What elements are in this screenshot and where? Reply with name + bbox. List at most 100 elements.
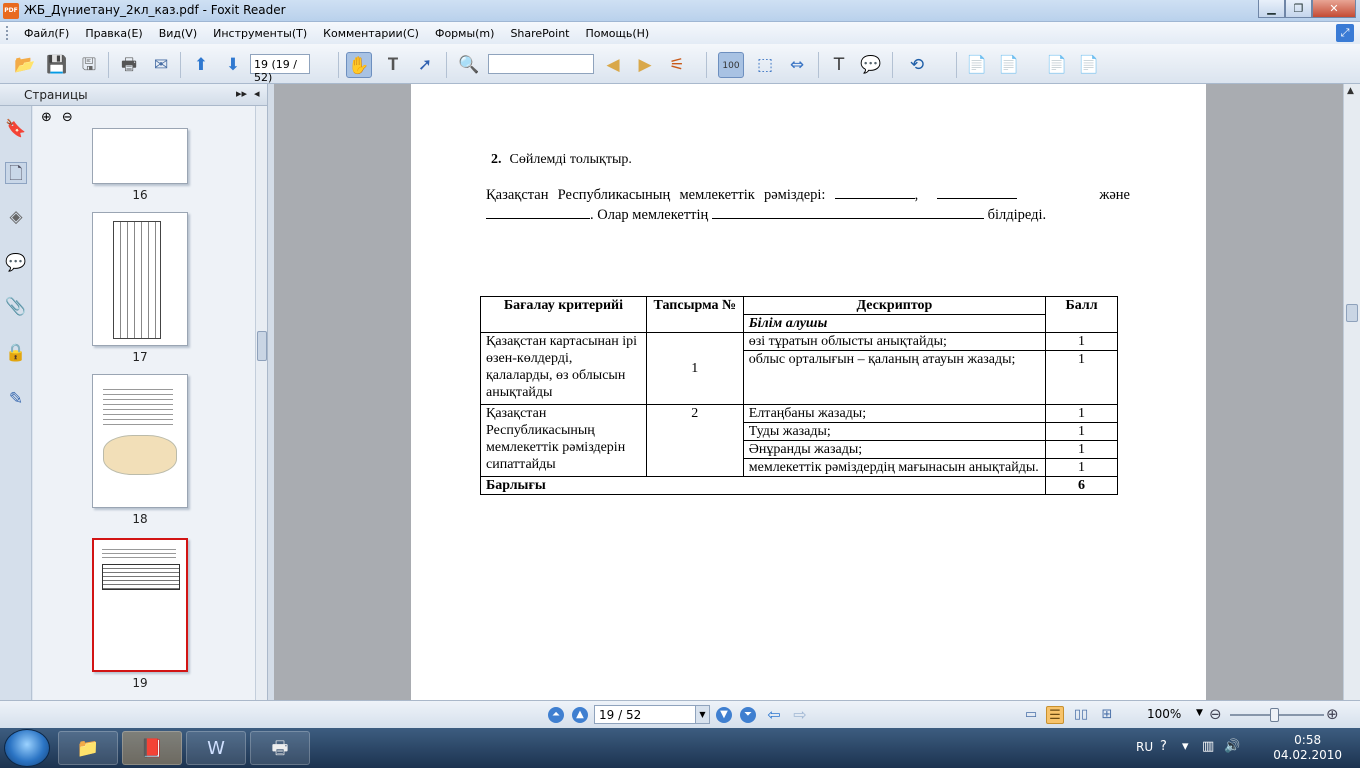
document-scroll-handle[interactable] — [1346, 304, 1358, 322]
zoom-out-thumbnails-icon[interactable]: ⊖ — [62, 110, 73, 125]
printer-task-icon[interactable]: 🖶 — [250, 731, 310, 765]
print-icon[interactable]: 🖶 — [116, 52, 142, 78]
forward-arrow-icon[interactable]: ⇨ — [792, 707, 808, 723]
save-as-icon[interactable]: 🖫 — [76, 52, 102, 78]
minimize-button[interactable]: ▁ — [1258, 0, 1285, 18]
continuous-facing-view-icon[interactable]: ⊞ — [1098, 706, 1116, 724]
status-bar: ⏶ ▲ 19 / 52 ▼ ▼ ⏷ ⇦ ⇨ ▭ ☰ ▯▯ ⊞ 100% ▼ ⊖ … — [0, 700, 1360, 728]
search-input[interactable] — [488, 54, 594, 74]
fit-width-icon[interactable]: ⇔ — [784, 52, 810, 78]
sharepoint-icon[interactable]: ⟲ — [904, 52, 930, 78]
panel-expand-icon[interactable]: ▸▸ — [236, 87, 247, 100]
bookmarks-icon[interactable]: 🔖 — [5, 118, 27, 140]
actual-size-icon[interactable]: 100 — [718, 52, 744, 78]
explorer-task-icon[interactable]: 📁 — [58, 731, 118, 765]
prev-page-nav-icon[interactable]: ▲ — [572, 707, 588, 723]
thumbnail-table-preview — [102, 564, 180, 590]
hand-tool-icon[interactable]: ✋ — [346, 52, 372, 78]
document-view[interactable]: 2. Сөйлемді толықтыр. Қазақстан Республик… — [274, 84, 1343, 700]
zoom-in-thumbnails-icon[interactable]: ⊕ — [41, 110, 52, 125]
pdf-convert-icon[interactable]: 📄 — [996, 52, 1022, 78]
volume-icon[interactable]: 🔊 — [1224, 739, 1240, 754]
close-button[interactable]: ✕ — [1312, 0, 1356, 18]
thumbnail-scrollbar[interactable] — [255, 106, 267, 728]
menu-help[interactable]: Помощь(H) — [578, 27, 658, 40]
thumbnail-scroll-handle[interactable] — [257, 331, 267, 361]
answer-blank — [486, 205, 590, 219]
scroll-up-icon[interactable]: ▲ — [1347, 86, 1354, 96]
foxit-app-icon[interactable]: PDF — [3, 3, 19, 19]
menu-edit[interactable]: Правка(E) — [77, 27, 150, 40]
menu-sharepoint[interactable]: SharePoint — [502, 27, 577, 40]
security-lock-icon[interactable]: 🔒 — [5, 342, 27, 364]
word-task-icon[interactable]: W — [186, 731, 246, 765]
pages-tab-icon[interactable]: 🗋 — [5, 162, 27, 184]
thumbnail-page-16[interactable] — [92, 128, 188, 184]
thumbnail-list[interactable]: ⊕ ⊖ 16 17 18 19 — [33, 106, 255, 728]
thumbnail-page-19[interactable] — [92, 538, 188, 672]
language-indicator[interactable]: RU — [1136, 740, 1153, 754]
criteria-cell: Қазақстан картасынан ірі өзен-көлдерді, … — [480, 332, 647, 405]
zoom-out-icon[interactable]: ⊖ — [1209, 705, 1222, 723]
network-icon[interactable]: ▥ — [1202, 739, 1214, 754]
find-next-icon[interactable]: ▶ — [632, 52, 658, 78]
sentence-text: , — [914, 187, 919, 203]
menu-tools[interactable]: Инструменты(T) — [205, 27, 315, 40]
score-cell: 1 — [1045, 332, 1118, 351]
zoom-level[interactable]: 100% — [1147, 707, 1181, 721]
foxit-task-icon[interactable]: 📕 — [122, 731, 182, 765]
clock[interactable]: 0:58 04.02.2010 — [1273, 733, 1342, 763]
fill-in-sentence: Қазақстан Республикасының мемлекеттік рә… — [486, 185, 1130, 225]
first-page-icon[interactable]: ⏶ — [548, 707, 564, 723]
zoom-in-icon[interactable]: ⊕ — [1326, 705, 1339, 723]
zoom-slider-handle[interactable] — [1270, 708, 1279, 722]
select-arrow-icon[interactable]: ➚ — [412, 52, 438, 78]
single-page-view-icon[interactable]: ▭ — [1022, 706, 1040, 724]
previous-page-icon[interactable]: ⬆ — [188, 52, 214, 78]
chevron-down-icon[interactable]: ▼ — [695, 706, 709, 723]
panel-collapse-icon[interactable]: ◂ — [254, 87, 260, 100]
menu-comments[interactable]: Комментарии(C) — [315, 27, 427, 40]
start-button[interactable] — [4, 729, 50, 767]
pdf-export-icon[interactable]: 📄 — [1044, 52, 1070, 78]
select-text-icon[interactable]: 𝐓 — [380, 52, 406, 78]
tray-expand-icon[interactable]: ▾ — [1182, 739, 1189, 754]
typewriter-icon[interactable]: Ｔ — [826, 52, 852, 78]
attachments-icon[interactable]: 📎 — [5, 296, 27, 318]
menu-bar: Файл(F) Правка(E) Вид(V) Инструменты(T) … — [0, 22, 1360, 44]
menu-view[interactable]: Вид(V) — [151, 27, 205, 40]
facing-view-icon[interactable]: ▯▯ — [1072, 706, 1090, 724]
assessment-table: Бағалау критерийі Тапсырма № Дескриптор … — [479, 296, 1118, 495]
email-icon[interactable]: ✉ — [148, 52, 174, 78]
restore-panel-icon[interactable]: ⤢ — [1336, 24, 1354, 42]
find-previous-icon[interactable]: ◀ — [600, 52, 626, 78]
next-page-icon[interactable]: ⬇ — [220, 52, 246, 78]
page-number-input[interactable]: 19 (19 / 52) — [250, 54, 310, 84]
thumbnail-page-18[interactable] — [92, 374, 188, 508]
zoom-slider[interactable] — [1230, 708, 1324, 722]
menu-forms[interactable]: Формы(m) — [427, 27, 502, 40]
save-icon[interactable]: 💾 — [44, 52, 70, 78]
help-icon[interactable]: ? — [1160, 739, 1167, 754]
layers-icon[interactable]: ◈ — [5, 206, 27, 228]
comments-panel-icon[interactable]: 💬 — [5, 252, 27, 274]
maximize-button[interactable]: ❐ — [1285, 0, 1312, 18]
pdf-scan-icon[interactable]: 📄 — [1076, 52, 1102, 78]
page-navigator-input[interactable]: 19 / 52 ▼ — [594, 705, 710, 724]
note-comment-icon[interactable]: 💬 — [858, 52, 884, 78]
fit-page-icon[interactable]: ⬚ — [752, 52, 778, 78]
zoom-dropdown-icon[interactable]: ▼ — [1196, 708, 1203, 718]
search-options-icon[interactable]: ⚟ — [664, 52, 690, 78]
windows-taskbar: 📁 📕 W 🖶 RU ? ▾ ▥ 🔊 0:58 04.02.2010 — [0, 728, 1360, 768]
pdf-create-icon[interactable]: 📄 — [964, 52, 990, 78]
thumbnail-page-17[interactable] — [92, 212, 188, 346]
find-binoculars-icon[interactable]: 🔍 — [456, 52, 482, 78]
menu-file[interactable]: Файл(F) — [16, 27, 77, 40]
back-arrow-icon[interactable]: ⇦ — [766, 707, 782, 723]
next-page-nav-icon[interactable]: ▼ — [716, 707, 732, 723]
continuous-view-icon[interactable]: ☰ — [1046, 706, 1064, 724]
document-scrollbar[interactable]: ▲ — [1343, 84, 1360, 700]
open-folder-icon[interactable]: 📂 — [12, 52, 38, 78]
signatures-icon[interactable]: ✎ — [5, 388, 27, 410]
last-page-icon[interactable]: ⏷ — [740, 707, 756, 723]
